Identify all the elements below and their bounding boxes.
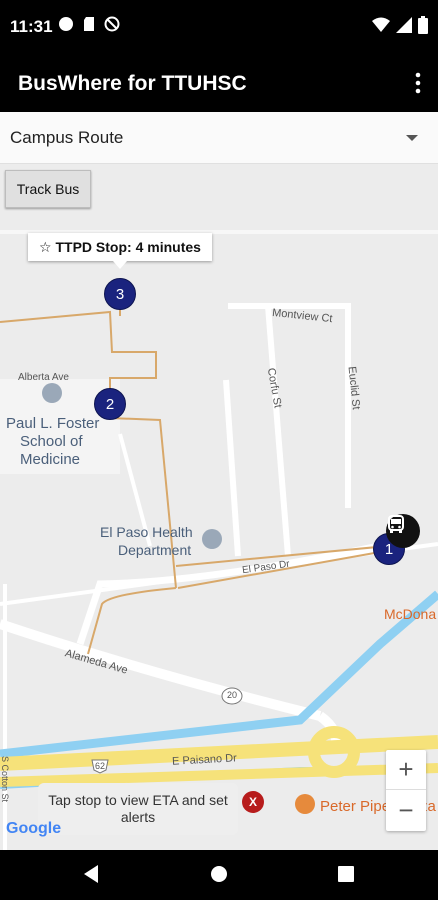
google-logo: Google xyxy=(6,820,61,838)
map-label-paul-foster-3: Medicine xyxy=(20,451,81,468)
map-label-mcdonalds: McDona xyxy=(384,606,437,622)
status-time: 11:31 xyxy=(10,17,53,36)
map-label-paul-foster-1: Paul L. Foster xyxy=(6,415,100,432)
do-not-disturb-icon xyxy=(104,16,120,32)
route-dropdown[interactable]: Campus Route xyxy=(0,112,438,164)
map-label-route-20: 20 xyxy=(227,690,238,700)
battery-icon xyxy=(418,16,428,34)
map-label-alberta: Alberta Ave xyxy=(18,372,69,383)
google-logo-text: Google xyxy=(6,820,62,837)
recents-icon[interactable] xyxy=(338,866,354,882)
map-label-health-dept-1: El Paso Health xyxy=(100,524,193,540)
back-icon[interactable] xyxy=(82,864,100,884)
signal-icon xyxy=(396,17,412,33)
map-label-route-62: 62 xyxy=(95,761,106,771)
route-dropdown-value: Campus Route xyxy=(10,128,124,147)
app-bar: BusWhere for TTUHSC xyxy=(0,54,438,112)
zoom-in-button[interactable]: + xyxy=(386,750,426,790)
chevron-down-icon xyxy=(406,135,418,141)
more-vert-icon[interactable] xyxy=(414,72,422,94)
stop-eta-info-window[interactable]: ☆ TTPD Stop: 4 minutes xyxy=(28,233,212,269)
circle-notification-icon xyxy=(59,17,73,31)
notification-icons xyxy=(58,16,120,32)
eta-hint-toast: Tap stop to view ETA and set alerts xyxy=(38,783,238,835)
zoom-controls: + − xyxy=(386,750,426,831)
system-nav-bar xyxy=(0,850,438,900)
status-bar: 11:31 xyxy=(0,0,438,54)
toast-close-button[interactable]: X xyxy=(242,791,264,813)
map-label-paul-foster-2: School of xyxy=(20,433,83,450)
map-view[interactable]: Montview Ct Corfu St Euclid St Alberta A… xyxy=(0,164,438,850)
track-bus-button[interactable]: Track Bus xyxy=(5,170,91,208)
bus-glyph-icon xyxy=(388,515,404,533)
app-title: BusWhere for TTUHSC xyxy=(18,72,247,95)
home-icon[interactable] xyxy=(210,865,228,883)
system-status-icons xyxy=(372,16,428,34)
map-canvas xyxy=(0,230,438,850)
map-label-side-street: S Cotton St xyxy=(0,755,11,803)
zoom-out-button[interactable]: − xyxy=(386,790,426,830)
sd-card-icon xyxy=(84,17,94,31)
wifi-icon xyxy=(372,17,390,32)
map-label-health-dept-2: Department xyxy=(118,542,192,558)
bus-icon[interactable] xyxy=(386,514,420,548)
eta-hint-text: Tap stop to view ETA and set alerts xyxy=(48,792,228,825)
stop-marker-2[interactable]: 2 xyxy=(94,388,126,420)
stop-marker-3[interactable]: 3 xyxy=(104,278,136,310)
